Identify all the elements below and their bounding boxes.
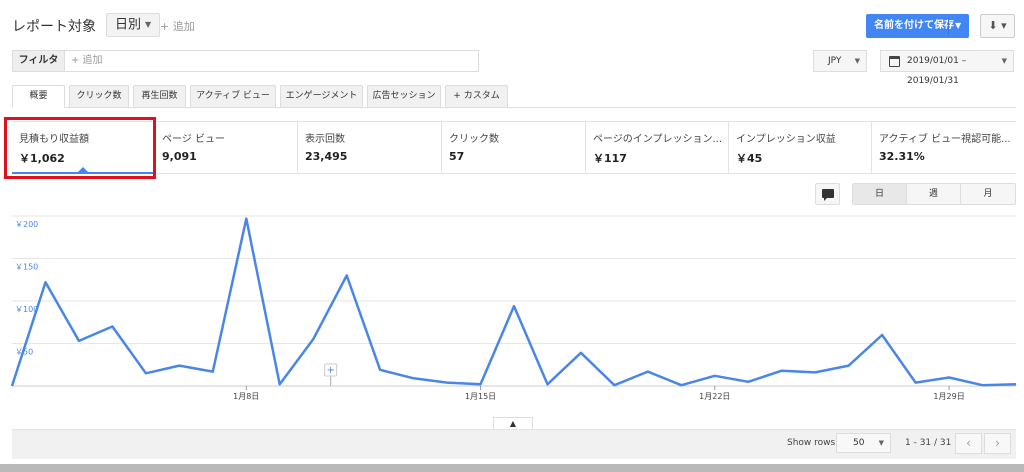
filter-label: フィルタ xyxy=(12,50,65,72)
metric-value: 23,495 xyxy=(305,150,348,163)
currency-value: JPY xyxy=(828,56,842,66)
save-as-button[interactable]: 名前を付けて保存 ▼ xyxy=(866,14,969,38)
add-dimension-link[interactable]: + 追加 xyxy=(160,18,195,34)
collapse-chart-button[interactable]: ▲ xyxy=(493,417,533,429)
x-tick-label: 1月8日 xyxy=(233,392,259,401)
granularity-week[interactable]: 週 xyxy=(907,184,961,204)
granularity-toggle: 日 週 月 xyxy=(852,183,1016,205)
chevron-right-icon: › xyxy=(995,436,1000,450)
download-icon: ⬇ ▾ xyxy=(988,19,1007,32)
metric-card-active-view-viewable[interactable]: アクティブ ビュー視認可能... 32.31% xyxy=(872,122,1016,174)
metric-label: 見積もり収益額 xyxy=(19,134,89,145)
calendar-icon xyxy=(889,56,900,67)
metric-card-page-views[interactable]: ページ ビュー 9,091 xyxy=(155,122,298,174)
breadcrumb-separator: › xyxy=(90,15,96,31)
granularity-day[interactable]: 日 xyxy=(853,184,907,204)
y-tick-label: ￥150 xyxy=(15,263,38,272)
date-range-value: 2019/01/01 – 2019/01/31 xyxy=(907,56,967,86)
tab-active-view[interactable]: アクティブ ビュー xyxy=(190,85,276,108)
tab-ad-sessions[interactable]: 広告セッション xyxy=(367,85,441,108)
chevron-down-icon[interactable]: ▼ xyxy=(955,14,961,38)
dimension-label: 日別 xyxy=(115,17,142,33)
button-divider xyxy=(948,17,949,35)
revenue-line-chart: ￥200￥150￥100￥501月8日 1月15日 1月22日 1月29日+ xyxy=(10,215,1017,401)
next-page-button[interactable]: › xyxy=(984,433,1011,454)
metric-cards: 見積もり収益額 ￥1,062 ページ ビュー 9,091 表示回数 23,495… xyxy=(12,121,1016,174)
metric-value: 32.31% xyxy=(879,150,925,163)
plus-icon: + xyxy=(326,365,334,376)
chevron-down-icon: ▼ xyxy=(878,439,884,447)
rows-per-page-dropdown[interactable]: 50 ▼ xyxy=(836,433,891,453)
metric-label: インプレッション収益 xyxy=(736,134,836,145)
tab-clicks[interactable]: クリック数 xyxy=(69,85,129,108)
metric-card-clicks[interactable]: クリック数 57 xyxy=(442,122,586,174)
tab-engagement[interactable]: エンゲージメント xyxy=(280,85,363,108)
x-tick-label: 1月15日 xyxy=(465,392,496,401)
metric-value: ￥1,062 xyxy=(19,152,65,165)
y-tick-label: ￥200 xyxy=(15,220,38,229)
metric-value: 57 xyxy=(449,150,465,163)
download-button[interactable]: ⬇ ▾ xyxy=(980,14,1015,38)
series-line xyxy=(10,217,1017,387)
metric-card-estimated-revenue[interactable]: 見積もり収益額 ￥1,062 xyxy=(12,122,155,174)
metric-card-impressions[interactable]: 表示回数 23,495 xyxy=(298,122,442,174)
tab-overview[interactable]: 概要 xyxy=(12,85,65,108)
selected-underline xyxy=(12,172,154,174)
comment-icon xyxy=(822,189,834,201)
dimension-dropdown[interactable]: 日別 ▼ xyxy=(106,13,161,37)
metric-label: 表示回数 xyxy=(305,134,345,145)
chevron-down-icon: ▼ xyxy=(145,20,152,29)
filter-input[interactable]: + 追加 xyxy=(65,50,479,72)
pagination-range: 1 - 31 / 31 xyxy=(905,438,952,448)
metric-label: クリック数 xyxy=(449,134,499,145)
rows-per-page-value: 50 xyxy=(853,438,865,448)
save-as-label: 名前を付けて保存 xyxy=(874,20,954,31)
chevron-down-icon: ▼ xyxy=(854,57,860,65)
granularity-month[interactable]: 月 xyxy=(961,184,1015,204)
metric-value: ￥117 xyxy=(593,152,627,165)
bottom-scrollbar[interactable] xyxy=(0,464,1024,472)
metric-value: 9,091 xyxy=(162,150,197,163)
metric-card-page-rpm[interactable]: ページのインプレッション... ￥117 xyxy=(586,122,729,174)
prev-page-button[interactable]: ‹ xyxy=(955,433,982,454)
metric-label: ページ ビュー xyxy=(162,134,225,145)
metric-label: アクティブ ビュー視認可能... xyxy=(879,134,1011,145)
tab-plays[interactable]: 再生回数 xyxy=(133,85,186,108)
tab-custom[interactable]: + カスタム xyxy=(445,85,508,108)
currency-dropdown[interactable]: JPY ▼ xyxy=(813,50,867,72)
metric-label: ページのインプレッション... xyxy=(593,134,723,145)
metric-card-impression-rpm[interactable]: インプレッション収益 ￥45 xyxy=(729,122,872,174)
x-tick-label: 1月29日 xyxy=(933,392,964,401)
show-rows-label: Show rows xyxy=(787,438,836,448)
chevron-left-icon: ‹ xyxy=(966,436,971,450)
metric-value: ￥45 xyxy=(736,152,763,165)
annotation-button[interactable] xyxy=(815,183,840,205)
date-range-picker[interactable]: 2019/01/01 – 2019/01/31 ▼ xyxy=(880,50,1014,86)
chevron-down-icon: ▼ xyxy=(1001,57,1007,65)
report-title: レポート対象 xyxy=(12,19,96,35)
x-tick-label: 1月22日 xyxy=(699,392,730,401)
